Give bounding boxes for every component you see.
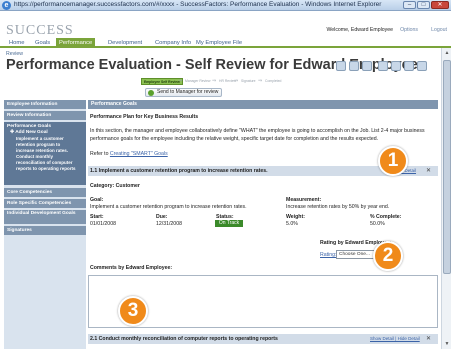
help-icon[interactable] (417, 61, 427, 71)
main-nav: Home Goals Performance Development Compa… (0, 37, 451, 48)
detail-links[interactable]: Show Detail | Hide Detail (370, 336, 420, 341)
document-icon[interactable] (362, 61, 372, 71)
scroll-down-icon[interactable]: ▼ (443, 340, 451, 348)
send-icon (148, 90, 154, 96)
smart-goals-link[interactable]: Creating "SMART" Goals (110, 151, 168, 157)
sidebar-group-performance-goals: Performance Goals ✚ Add New Goal Impleme… (4, 122, 86, 185)
tab-goals[interactable]: Goals (32, 38, 53, 48)
goal-title: 2.1 Conduct monthly reconciliation of co… (90, 336, 278, 342)
goal-value: Implement a customer retention program t… (90, 204, 247, 210)
measurement-label: Measurement: (286, 197, 322, 203)
status-badge: On Track (215, 220, 243, 227)
logout-link[interactable]: Logout (431, 27, 447, 33)
sidebar-item-review-information[interactable]: Review Information (4, 111, 86, 120)
start-label: Start: (90, 214, 104, 220)
comments-label: Comments by Edward Employee: (90, 265, 173, 271)
ie-icon: e (2, 1, 11, 10)
tab-performance[interactable]: Performance (56, 38, 96, 48)
maximize-icon[interactable]: □ (417, 1, 430, 9)
save-icon[interactable] (349, 61, 359, 71)
category-label: Category: Customer (90, 183, 140, 189)
workflow-step: Manager Review (185, 79, 211, 83)
browser-titlebar: e https://performancemanager.successfact… (0, 0, 451, 11)
complete-label: % Complete: (370, 214, 402, 220)
sidebar-item-role-specific[interactable]: Role Specific Competencies (4, 199, 86, 208)
goal-title: 1.1 Implement a customer retention progr… (90, 168, 268, 174)
close-icon[interactable]: ✕ (431, 1, 449, 9)
start-value: 01/01/2008 (90, 221, 116, 227)
filter-icon[interactable] (378, 61, 388, 71)
add-new-goal-link[interactable]: ✚ Add New Goal (7, 129, 86, 136)
window-controls: – □ ✕ (403, 1, 449, 9)
arrow-icon: ⇒ (212, 78, 217, 84)
due-label: Due: (156, 214, 168, 220)
rating-link[interactable]: Rating: (320, 252, 336, 258)
workflow-step: Signature (241, 79, 256, 83)
spell-check-icon[interactable] (404, 61, 414, 71)
print-icon[interactable] (391, 61, 401, 71)
review-toolbar-2 (378, 61, 427, 71)
sidebar-item-signatures[interactable]: Signatures (4, 226, 86, 235)
callout-badge: 1 (378, 146, 408, 176)
minimize-icon[interactable]: – (403, 1, 416, 9)
section-header: Performance Goals (88, 100, 438, 109)
scroll-up-icon[interactable]: ▲ (443, 49, 451, 57)
send-button-label: Send to Manager for review (157, 89, 219, 95)
plan-title: Performance Plan for Key Business Result… (90, 114, 199, 120)
sidebar-item-employee-information[interactable]: Employee Information (4, 100, 86, 109)
goal-label: Goal: (90, 197, 104, 203)
sidebar: Employee Information Review Information … (4, 100, 86, 349)
complete-value: 50.0% (370, 221, 385, 227)
welcome-text: Welcome, Edward Employee (326, 27, 393, 33)
callout-badge: 2 (373, 241, 403, 271)
delete-icon[interactable]: ✕ (426, 167, 431, 174)
sidebar-item-individual-development[interactable]: Individual Development Goals (4, 210, 86, 224)
tab-home[interactable]: Home (6, 38, 27, 48)
browser-title: https://performancemanager.successfactor… (14, 1, 382, 8)
sidebar-item-goal-1[interactable]: Implement a customer retention program t… (7, 136, 77, 154)
sidebar-item-goal-2[interactable]: Conduct monthly reconciliation of comput… (7, 154, 77, 172)
intro-text: In this section, the manager and employe… (90, 128, 425, 134)
workflow-step-active: Employee Self Review (141, 78, 183, 85)
review-toolbar (336, 61, 372, 71)
arrow-icon: ⇒ (178, 78, 183, 84)
callout-badge: 3 (118, 296, 148, 326)
options-link[interactable]: Options (400, 27, 418, 33)
goal-header: 2.1 Conduct monthly reconciliation of co… (88, 334, 438, 344)
refer-text: Refer to Creating "SMART" Goals (90, 151, 168, 157)
arrow-icon: ⇒ (258, 78, 263, 84)
app-header: SUCCESS Welcome, Edward Employee Options… (0, 11, 451, 38)
tab-development[interactable]: Development (105, 38, 145, 48)
tab-my-employee-file[interactable]: My Employee File (193, 38, 245, 48)
vertical-scrollbar[interactable]: ▲ ▼ (441, 48, 451, 349)
arrow-icon: ⇒ (234, 78, 239, 84)
send-to-manager-button[interactable]: Send to Manager for review (145, 88, 223, 97)
intro-text: performance goals for the employee inclu… (90, 136, 379, 142)
weight-label: Weight: (286, 214, 305, 220)
due-value: 12/31/2008 (156, 221, 182, 227)
measurement-value: Increase retention rates by 50% by year … (286, 204, 390, 210)
delete-icon[interactable]: ✕ (426, 335, 431, 342)
rating-select-value: Choose One... (339, 252, 370, 257)
weight-value: 5.0% (286, 221, 298, 227)
tab-company-info[interactable]: Company Info (152, 38, 194, 48)
legend-icon[interactable] (336, 61, 346, 71)
workflow-step: Completed (265, 79, 282, 83)
scroll-thumb[interactable] (443, 60, 451, 274)
sidebar-item-core-competencies[interactable]: Core Competencies (4, 188, 86, 197)
